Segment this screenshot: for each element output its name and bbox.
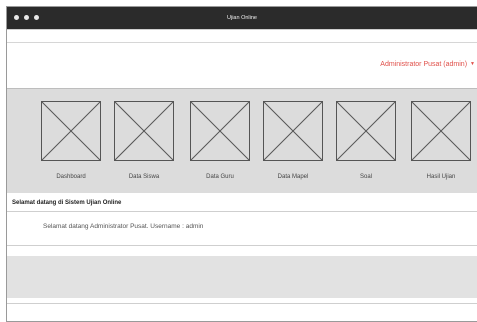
page-header: Administrator Pusat (admin) ▼ xyxy=(7,29,477,89)
image-placeholder-icon xyxy=(190,101,250,161)
menu-item-soal[interactable]: Soal xyxy=(333,101,396,191)
menu-item-hasil-ujian[interactable]: Hasil Ujian xyxy=(408,101,471,191)
menu-item-label: Dashboard xyxy=(56,174,86,180)
main-menu: Dashboard Data Siswa Data Guru Data Mape… xyxy=(7,89,477,193)
menu-item-label: Hasil Ujian xyxy=(426,174,456,180)
app-window: Ujian Online Administrator Pusat (admin)… xyxy=(6,6,477,322)
user-menu-dropdown[interactable]: Administrator Pusat (admin) ▼ xyxy=(380,61,475,68)
chevron-down-icon: ▼ xyxy=(470,61,475,67)
welcome-message: Selamat datang Administrator Pusat. User… xyxy=(43,223,204,230)
title-bar: Ujian Online xyxy=(7,7,477,29)
menu-item-data-mapel[interactable]: Data Mapel xyxy=(260,101,323,191)
image-placeholder-icon xyxy=(336,101,396,161)
image-placeholder-icon xyxy=(41,101,101,161)
welcome-panel: Selamat datang Administrator Pusat. User… xyxy=(7,211,477,246)
footer-band xyxy=(7,256,477,298)
menu-item-dashboard[interactable]: Dashboard xyxy=(38,101,101,191)
user-menu-label: Administrator Pusat (admin) xyxy=(380,61,468,68)
menu-item-label: Data Guru xyxy=(206,174,234,180)
header-divider xyxy=(7,42,477,43)
bottom-divider xyxy=(7,303,477,304)
image-placeholder-icon xyxy=(411,101,471,161)
menu-item-data-siswa[interactable]: Data Siswa xyxy=(111,101,174,191)
menu-item-label: Data Siswa xyxy=(128,174,160,180)
image-placeholder-icon xyxy=(114,101,174,161)
menu-item-data-guru[interactable]: Data Guru xyxy=(187,101,250,191)
welcome-heading: Selamat datang di Sistem Ujian Online xyxy=(7,196,152,211)
window-title: Ujian Online xyxy=(227,15,257,21)
menu-item-label: Soal xyxy=(359,174,372,180)
image-placeholder-icon xyxy=(263,101,323,161)
menu-item-label: Data Mapel xyxy=(277,174,309,180)
